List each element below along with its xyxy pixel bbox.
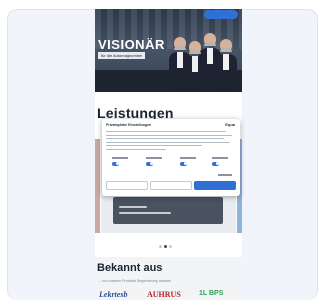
hero-title: VISIONÄR xyxy=(98,37,165,52)
allow-selection-button[interactable] xyxy=(106,181,148,190)
carousel-prev-slide[interactable] xyxy=(95,139,100,233)
carousel-dot[interactable] xyxy=(169,245,172,248)
carousel-dots[interactable] xyxy=(159,235,174,253)
toggle-switch[interactable] xyxy=(146,161,153,166)
hero-subtitle: für die Automagnomiee xyxy=(98,52,146,59)
consent-text-line xyxy=(106,145,202,147)
toggle-statistiken[interactable] xyxy=(180,157,206,166)
team-member-photo xyxy=(215,39,237,92)
hero-banner: VISIONÄR für die Automagnomiee xyxy=(95,9,242,92)
consent-text-line xyxy=(106,141,230,143)
necessary-only-button[interactable] xyxy=(150,181,192,190)
cookie-dialog-brand: Equa xyxy=(225,122,235,127)
carousel-dot[interactable] xyxy=(159,245,162,248)
carousel-dot-active[interactable] xyxy=(164,245,167,248)
allow-all-button[interactable] xyxy=(194,181,236,190)
team-member-photo xyxy=(184,41,206,92)
cookie-consent-dialog: Privatsphäre Einstellungen Equa xyxy=(102,119,240,196)
consent-text-line xyxy=(106,134,232,136)
press-logo: 1L BPS xyxy=(199,290,224,297)
bekannt-heading: Bekannt aus xyxy=(97,262,163,274)
toggle-switch[interactable] xyxy=(212,161,219,166)
consent-text-line xyxy=(106,148,166,150)
toggle-marketing[interactable] xyxy=(212,157,238,166)
toggle-switch[interactable] xyxy=(112,161,119,166)
cookie-dialog-title: Privatsphäre Einstellungen xyxy=(106,123,152,127)
toggle-praeferenzen[interactable] xyxy=(146,157,172,166)
press-logo: Lekrtesb xyxy=(99,290,128,299)
bekannt-subtitle: ... von unseren Produkte Begeisterung ma… xyxy=(98,279,172,283)
press-logo: AUHRUS xyxy=(147,290,181,299)
toggle-switch[interactable] xyxy=(180,161,187,166)
toggle-notwendig[interactable] xyxy=(112,157,138,166)
consent-text-line xyxy=(106,131,226,133)
details-link[interactable] xyxy=(218,174,232,176)
slide-info-box xyxy=(113,197,223,224)
consent-text-line xyxy=(106,138,224,140)
cta-pill-button[interactable] xyxy=(204,10,238,19)
consent-toggles xyxy=(106,157,236,171)
